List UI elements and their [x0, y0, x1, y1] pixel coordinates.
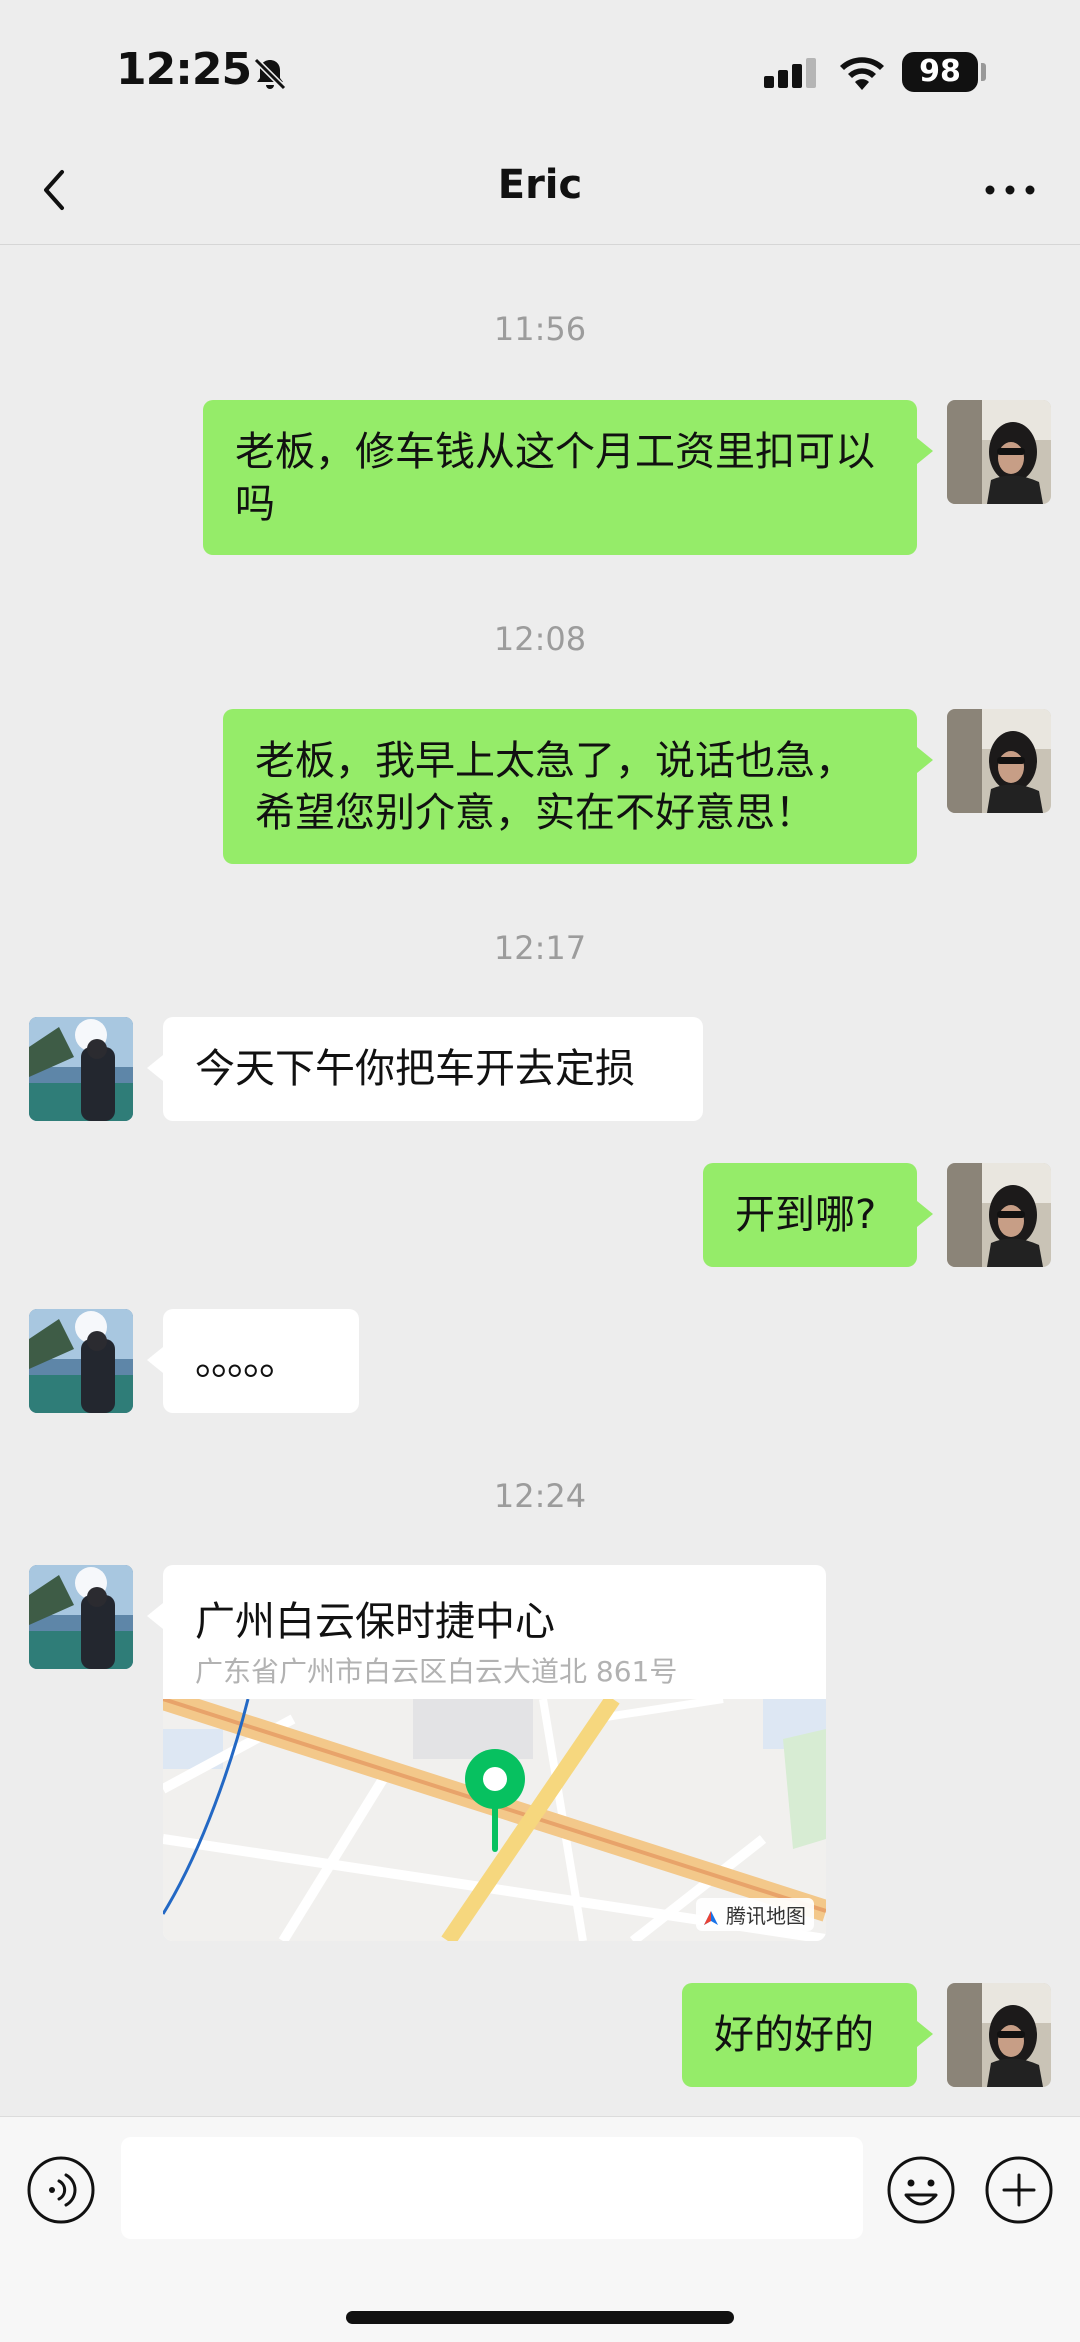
bubble-tail [917, 747, 933, 773]
timestamp: 12:17 [493, 929, 587, 967]
my-message-bubble[interactable]: 好的好的 [682, 1983, 917, 2087]
home-indicator [346, 2311, 734, 2324]
location-card[interactable]: 广州白云保时捷中心 广东省广州市白云区白云大道北 861号 腾讯地图 [163, 1565, 826, 1941]
bubble-tail [147, 1603, 163, 1629]
my-message-bubble[interactable]: 老板，我早上太急了，说话也急，希望您别介意，实在不好意思！ [223, 709, 917, 864]
bubble-tail [147, 1347, 163, 1373]
location-name: 广州白云保时捷中心 [195, 1599, 555, 1645]
battery-level: 98 [902, 52, 978, 92]
contact-message-bubble[interactable]: 。。。。。 [163, 1309, 359, 1413]
cellular-signal-icon [764, 58, 824, 92]
tencent-map-logo-icon [703, 1910, 718, 1925]
bubble-tail [917, 1201, 933, 1227]
status-time: 12:25 [116, 44, 252, 95]
my-avatar[interactable] [947, 1983, 1051, 2087]
timestamp: 12:24 [493, 1477, 587, 1515]
bubble-tail [147, 1055, 163, 1081]
my-avatar[interactable] [947, 1163, 1051, 1267]
contact-avatar[interactable] [29, 1309, 133, 1413]
bell-slash-icon [250, 54, 290, 98]
emoji-icon[interactable] [886, 2155, 956, 2229]
more-icon[interactable] [980, 170, 1040, 210]
bubble-tail [917, 438, 933, 464]
map-provider-name: 腾讯地图 [726, 1904, 806, 1928]
voice-icon[interactable] [26, 2155, 96, 2229]
my-message-bubble[interactable]: 开到哪? [703, 1163, 917, 1267]
plus-icon[interactable] [984, 2155, 1054, 2229]
bubble-tail [917, 2021, 933, 2047]
timestamp: 11:56 [493, 310, 587, 348]
contact-avatar[interactable] [29, 1017, 133, 1121]
chat-title: Eric [497, 162, 583, 208]
location-address: 广东省广州市白云区白云大道北 861号 [195, 1655, 678, 1688]
my-avatar[interactable] [947, 400, 1051, 504]
message-input[interactable] [121, 2137, 863, 2239]
status-bar: 12:25 98 [0, 0, 1080, 140]
contact-avatar[interactable] [29, 1565, 133, 1669]
wifi-icon [838, 52, 886, 96]
battery-tip [981, 63, 986, 81]
contact-message-bubble[interactable]: 今天下午你把车开去定损 [163, 1017, 703, 1121]
my-message-bubble[interactable]: 老板，修车钱从这个月工资里扣可以吗 [203, 400, 917, 555]
input-bar [0, 2116, 1080, 2342]
chat-header: Eric [0, 140, 1080, 245]
my-avatar[interactable] [947, 709, 1051, 813]
map-provider-label: 腾讯地图 [695, 1898, 814, 1931]
timestamp: 12:08 [493, 620, 587, 658]
